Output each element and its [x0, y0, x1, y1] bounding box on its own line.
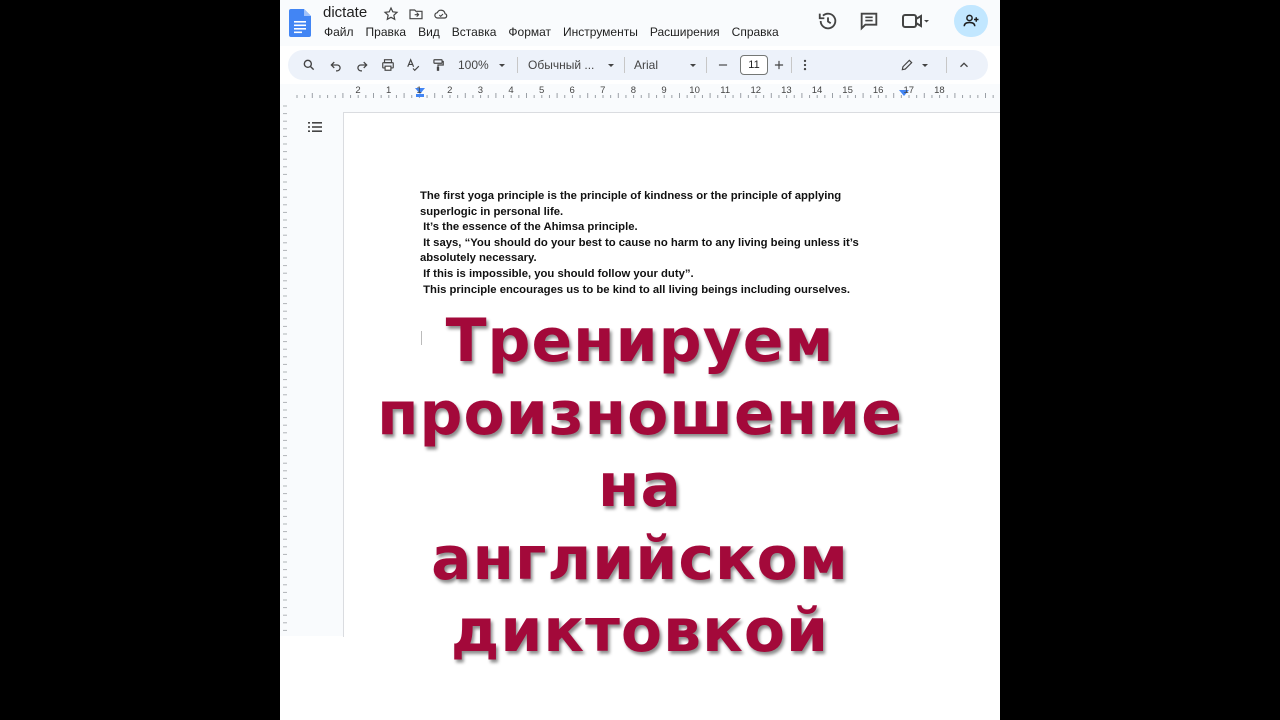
minus-icon [718, 64, 728, 66]
meet-icon[interactable] [900, 10, 930, 32]
share-button[interactable] [954, 5, 988, 37]
style-value: Обычный ... [528, 58, 595, 72]
toolbar-divider [706, 57, 707, 73]
overlay-line: произношение [377, 378, 903, 449]
ruler-label: 3 [477, 85, 484, 96]
document-title[interactable]: dictate [323, 4, 367, 21]
plus-icon [774, 60, 784, 70]
overlay-line: английском [431, 523, 849, 594]
star-icon[interactable] [383, 6, 399, 22]
toolbar-divider [517, 57, 518, 73]
move-folder-icon[interactable] [408, 6, 424, 22]
ruler-label: 9 [661, 85, 667, 96]
ruler-label: 5 [538, 85, 545, 96]
decrease-font-size-button[interactable] [716, 56, 730, 74]
hide-menus-button[interactable] [957, 56, 971, 74]
ruler-label: 15 [842, 85, 853, 96]
document-line: It says, “You should do your best to cau… [420, 236, 859, 249]
ruler-label: 2 [355, 85, 361, 96]
document-line: If this is impossible, you should follow… [420, 267, 694, 280]
cloud-saved-icon[interactable] [433, 6, 449, 22]
menu-extensions[interactable]: Расширения [650, 25, 720, 39]
redo-button[interactable] [355, 56, 369, 74]
google-docs-icon[interactable] [289, 9, 311, 37]
chevron-down-icon [498, 64, 505, 67]
ruler-label: 10 [689, 85, 700, 96]
ruler-label: 7 [600, 85, 606, 96]
ruler-label: 1 [416, 85, 422, 96]
document-body[interactable]: The first yoga principle is the principl… [420, 189, 890, 298]
more-options-button[interactable] [798, 56, 812, 74]
menu-format[interactable]: Формат [508, 25, 551, 39]
document-line: absolutely necessary. [420, 252, 537, 265]
overlay-line: диктовкой [450, 596, 830, 666]
spellcheck-icon [407, 58, 420, 72]
document-line: The first yoga principle is the principl… [420, 190, 842, 202]
toolbar-divider [791, 57, 792, 73]
font-select[interactable]: Arial [634, 56, 698, 74]
ruler-label: 2 [447, 85, 453, 96]
overlay-line: Тренируем [445, 306, 835, 376]
search-menus-button[interactable] [302, 56, 316, 74]
docs-header: dictate Файл Правка Вид Вставка Формат И… [280, 0, 1000, 46]
menu-edit[interactable]: Правка [366, 25, 407, 39]
comments-icon[interactable] [858, 10, 880, 32]
video-title-overlay: Тренируем произношение на английском дик… [280, 305, 1000, 668]
chevron-down-icon [922, 64, 928, 67]
print-icon [382, 59, 394, 71]
ruler-label: 4 [508, 85, 514, 96]
ruler-ticks [296, 93, 994, 98]
document-line: This principle encourages us to be kind … [420, 283, 850, 296]
ruler-label: 16 [872, 85, 884, 96]
toolbar-divider [946, 57, 947, 73]
ruler-label: 14 [811, 85, 823, 96]
app-frame: dictate Файл Правка Вид Вставка Формат И… [280, 0, 1000, 720]
chevron-down-icon [690, 64, 697, 67]
redo-icon [357, 61, 368, 72]
pencil-icon [901, 59, 913, 71]
ruler-label: 11 [720, 85, 731, 96]
formatting-toolbar: 100% Обычный ... Arial 11 [288, 50, 988, 80]
editing-mode-button[interactable] [900, 56, 930, 74]
add-person-icon [963, 14, 979, 27]
ruler-label: 6 [569, 85, 575, 96]
toolbar-divider [624, 57, 625, 73]
ruler-label: 18 [934, 85, 945, 96]
ruler-label: 1 [385, 85, 392, 96]
version-history-icon[interactable] [817, 10, 839, 32]
search-icon [303, 59, 315, 71]
ruler-label: 12 [750, 85, 762, 96]
menu-insert[interactable]: Вставка [452, 25, 497, 39]
undo-icon [330, 61, 341, 72]
ruler-label: 13 [781, 85, 792, 96]
spellcheck-button[interactable] [406, 56, 420, 74]
zoom-value: 100% [458, 58, 489, 72]
ruler-label: 17 [903, 85, 915, 96]
paragraph-style-select[interactable]: Обычный ... [528, 56, 616, 74]
more-vertical-icon [803, 59, 807, 71]
font-size-input[interactable]: 11 [740, 55, 768, 75]
overlay-line: на [598, 451, 682, 521]
font-value: Arial [634, 58, 659, 72]
horizontal-ruler[interactable]: 2 1 1 2 3 4 5 6 7 8 9 10 11 12 13 14 15 16 17 18 [280, 84, 1000, 100]
increase-font-size-button[interactable] [772, 56, 786, 74]
document-line: It’s the essence of the Ahimsa principle… [420, 221, 638, 234]
paint-format-icon [433, 59, 444, 71]
ruler-label: 8 [630, 85, 637, 96]
menu-file[interactable]: Файл [324, 25, 354, 39]
undo-button[interactable] [329, 56, 343, 74]
zoom-select[interactable]: 100% [458, 56, 507, 74]
menu-view[interactable]: Вид [418, 25, 440, 39]
menu-help[interactable]: Справка [732, 25, 779, 39]
menu-tools[interactable]: Инструменты [563, 25, 638, 39]
print-button[interactable] [381, 56, 395, 74]
paint-format-button[interactable] [431, 56, 445, 74]
chevron-up-icon [960, 62, 968, 68]
chevron-down-icon [608, 64, 615, 67]
menu-bar: Файл Правка Вид Вставка Формат Инструмен… [324, 25, 791, 39]
document-outline-icon[interactable] [307, 119, 323, 135]
document-line: superlogic in personal life. [420, 205, 564, 218]
